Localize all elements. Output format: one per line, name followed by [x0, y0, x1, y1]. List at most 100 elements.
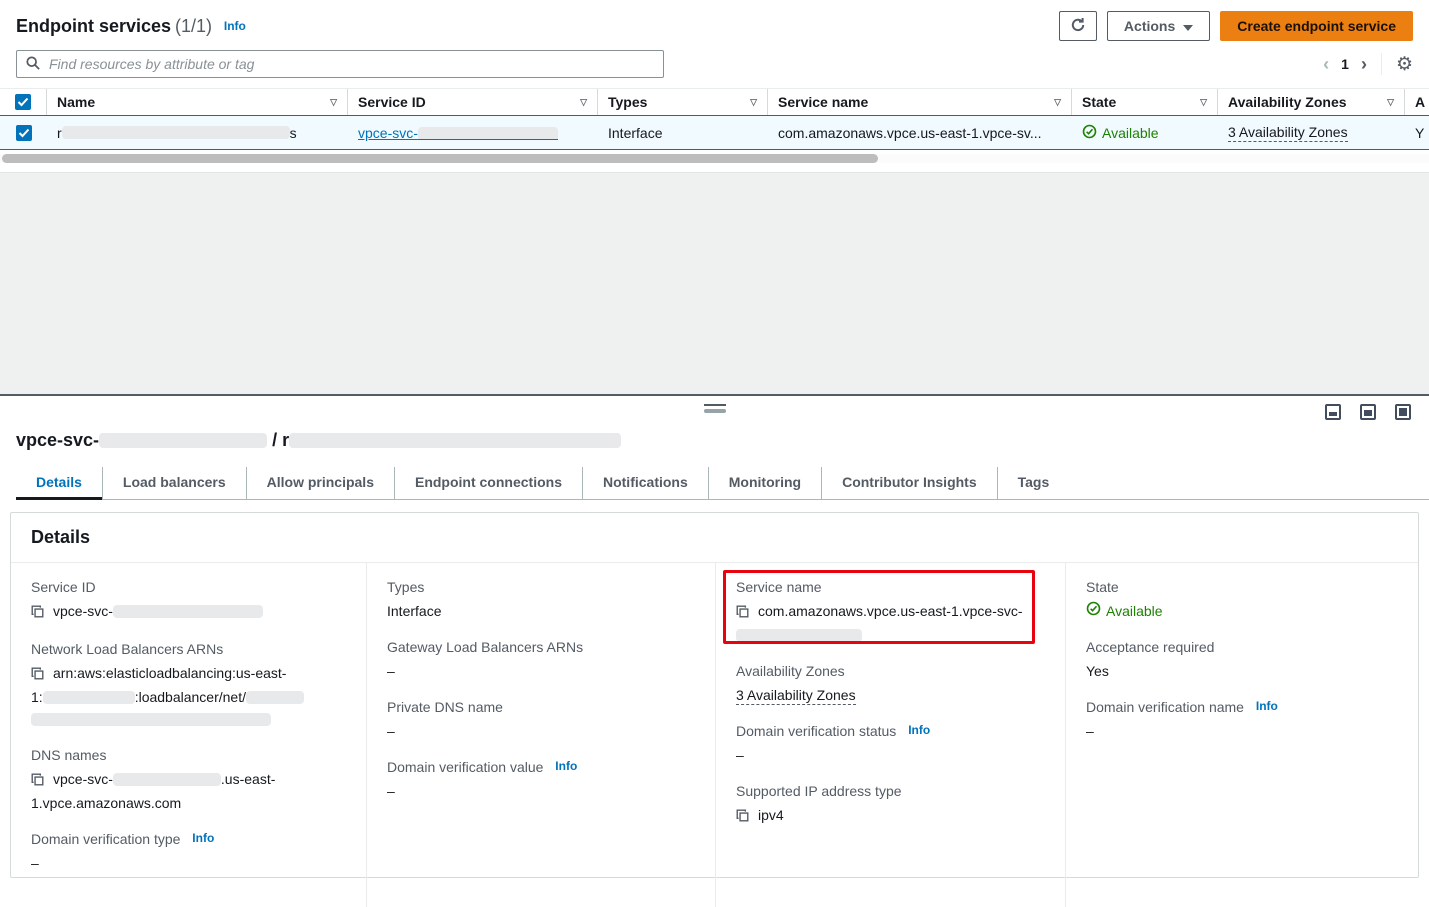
field-acceptance-required: Acceptance required Yes	[1086, 639, 1398, 682]
field-nlb-arns: Network Load Balancers ARNs arn:aws:elas…	[31, 641, 346, 730]
column-label: Types	[608, 94, 647, 110]
field-value: –	[736, 744, 1045, 766]
column-label: Service ID	[358, 94, 426, 110]
tab-endpoint-connections[interactable]: Endpoint connections	[394, 467, 582, 499]
pagination-prev-button[interactable]: ‹	[1323, 55, 1329, 73]
column-label: State	[1082, 94, 1116, 110]
redacted-text	[246, 691, 304, 704]
cell-types: Interface	[598, 116, 768, 149]
redacted-text	[736, 629, 862, 642]
field-domain-verification-status: Domain verification status Info –	[736, 723, 1045, 766]
status-available-icon	[1086, 600, 1101, 622]
divider	[1381, 53, 1382, 75]
info-link[interactable]: Info	[908, 723, 930, 737]
copy-button[interactable]	[736, 806, 749, 828]
field-value: Interface	[387, 600, 695, 622]
field-value: .us-east-	[221, 771, 275, 787]
details-column-4: State Available Acceptance required Yes	[1066, 563, 1418, 907]
tab-details[interactable]: Details	[16, 467, 102, 499]
result-count: (1/1)	[175, 16, 212, 36]
search-input[interactable]	[47, 55, 654, 73]
redacted-text	[113, 773, 221, 786]
field-private-dns-name: Private DNS name –	[387, 699, 695, 742]
sort-icon: ▽	[1200, 97, 1207, 108]
field-label: Private DNS name	[387, 699, 695, 715]
field-glb-arns: Gateway Load Balancers ARNs –	[387, 639, 695, 682]
field-value: –	[387, 660, 695, 682]
redacted-text	[113, 605, 263, 618]
redacted-text	[289, 433, 621, 448]
column-header-name[interactable]: Name ▽	[47, 89, 348, 115]
field-label: Supported IP address type	[736, 783, 1045, 799]
column-header-types[interactable]: Types ▽	[598, 89, 768, 115]
column-label: Name	[57, 94, 95, 110]
actions-button[interactable]: Actions	[1107, 11, 1210, 41]
actions-label: Actions	[1124, 18, 1175, 34]
column-header-acceptance[interactable]: A	[1405, 89, 1429, 115]
tab-tags[interactable]: Tags	[997, 467, 1070, 499]
field-label: Domain verification type	[31, 831, 180, 847]
column-label: Service name	[778, 94, 868, 110]
row-checkbox[interactable]	[16, 125, 32, 141]
cell-name: r s	[47, 116, 348, 149]
settings-gear-icon[interactable]: ⚙	[1396, 55, 1413, 74]
panel-size-full-icon[interactable]	[1395, 404, 1411, 420]
pagination-current-page[interactable]: 1	[1341, 56, 1349, 72]
field-value: :loadbalancer/net/	[135, 689, 246, 705]
table-header-row: Name ▽ Service ID ▽ Types ▽ Service name…	[0, 89, 1429, 115]
info-link[interactable]: Info	[192, 831, 214, 845]
tab-allow-principals[interactable]: Allow principals	[246, 467, 394, 499]
column-header-service-name[interactable]: Service name ▽	[768, 89, 1072, 115]
copy-button[interactable]	[31, 664, 44, 686]
refresh-button[interactable]	[1059, 11, 1097, 41]
field-dns-names: DNS names vpce-svc-.us-east- 1.vpce.amaz…	[31, 747, 346, 814]
search-box[interactable]	[16, 50, 664, 78]
service-id-link[interactable]: vpce-svc-	[358, 125, 558, 141]
tab-contributor-insights[interactable]: Contributor Insights	[821, 467, 997, 499]
field-value: arn:aws:elasticloadbalancing:us-east-	[53, 665, 286, 681]
copy-button[interactable]	[736, 602, 749, 624]
endpoint-services-table: Name ▽ Service ID ▽ Types ▽ Service name…	[0, 88, 1429, 163]
sort-icon: ▽	[330, 97, 337, 108]
panel-tabs: Details Load balancers Allow principals …	[16, 467, 1429, 500]
field-label: Domain verification value	[387, 759, 543, 775]
cell-service-id: vpce-svc-	[348, 116, 598, 149]
info-link[interactable]: Info	[224, 19, 246, 33]
copy-button[interactable]	[31, 602, 44, 624]
field-label: Domain verification name	[1086, 699, 1244, 715]
select-all-checkbox[interactable]	[15, 94, 31, 110]
status-available-icon	[1082, 124, 1097, 142]
copy-button[interactable]	[31, 770, 44, 792]
tab-notifications[interactable]: Notifications	[582, 467, 708, 499]
field-domain-verification-value: Domain verification value Info –	[387, 759, 695, 802]
tab-monitoring[interactable]: Monitoring	[708, 467, 821, 499]
field-label: Network Load Balancers ARNs	[31, 641, 346, 657]
availability-zones-popover-trigger[interactable]: 3 Availability Zones	[1228, 124, 1348, 142]
field-label: Domain verification status	[736, 723, 896, 739]
tab-load-balancers[interactable]: Load balancers	[102, 467, 246, 499]
column-header-state[interactable]: State ▽	[1072, 89, 1218, 115]
column-header-availability-zones[interactable]: Availability Zones ▽	[1218, 89, 1405, 115]
sort-icon: ▽	[750, 97, 757, 108]
availability-zones-popover-trigger[interactable]: 3 Availability Zones	[736, 687, 856, 705]
table-row[interactable]: r s vpce-svc- Interface com.amazonaws.vp…	[0, 115, 1429, 150]
field-service-name: Service name com.amazonaws.vpce.us-east-…	[736, 579, 1045, 646]
select-all-cell	[0, 89, 47, 115]
column-header-service-id[interactable]: Service ID ▽	[348, 89, 598, 115]
field-value: –	[31, 852, 346, 874]
pagination-next-button[interactable]: ›	[1361, 55, 1367, 73]
horizontal-scrollbar-thumb[interactable]	[2, 154, 878, 163]
field-value: 1.vpce.amazonaws.com	[31, 795, 181, 811]
info-link[interactable]: Info	[555, 759, 577, 773]
panel-drag-handle[interactable]	[704, 404, 726, 413]
info-link[interactable]: Info	[1256, 699, 1278, 713]
field-value: –	[387, 780, 695, 802]
panel-size-medium-icon[interactable]	[1360, 404, 1376, 420]
cell-availability-zones: 3 Availability Zones	[1218, 116, 1405, 149]
page-title: Endpoint services	[16, 16, 171, 36]
endpoint-services-list-section: Endpoint services (1/1) Info Actions Cre…	[0, 0, 1429, 172]
field-label: Types	[387, 579, 695, 595]
create-endpoint-service-button[interactable]: Create endpoint service	[1220, 11, 1413, 41]
panel-size-small-icon[interactable]	[1325, 404, 1341, 420]
cell-acceptance: Y	[1405, 116, 1429, 149]
